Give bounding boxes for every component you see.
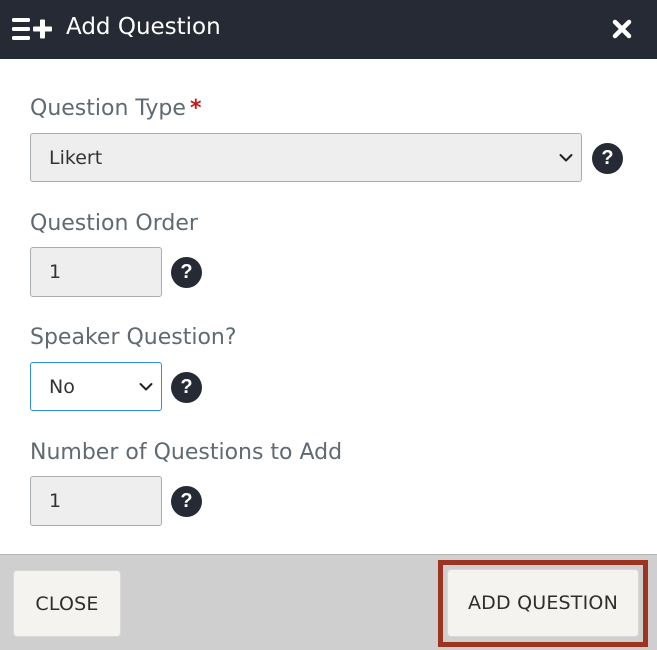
num-questions-label: Number of Questions to Add (30, 440, 343, 465)
question-type-value: Likert (49, 146, 103, 169)
add-question-dialog: Add Question Question Type * Likert ? Que… (0, 0, 657, 650)
close-button[interactable]: CLOSE (13, 570, 121, 637)
required-indicator: * (189, 96, 202, 121)
question-order-help-icon[interactable]: ? (171, 257, 202, 288)
chevron-down-icon (139, 382, 153, 390)
num-questions-input[interactable]: 1 (30, 476, 162, 526)
question-order-label: Question Order (30, 211, 198, 236)
speaker-question-help-icon[interactable]: ? (171, 372, 202, 403)
question-order-value: 1 (49, 261, 62, 283)
question-type-label: Question Type * (30, 95, 201, 123)
close-icon[interactable] (611, 18, 633, 40)
num-questions-help-icon[interactable]: ? (171, 486, 202, 517)
speaker-question-label: Speaker Question? (30, 325, 237, 350)
question-type-help-icon[interactable]: ? (592, 143, 623, 174)
speaker-question-value: No (49, 375, 75, 398)
dialog-title: Add Question (66, 14, 221, 40)
question-type-select[interactable]: Likert (30, 133, 582, 182)
speaker-question-select[interactable]: No (30, 362, 162, 411)
add-question-button[interactable]: ADD QUESTION (447, 569, 639, 637)
question-order-input[interactable]: 1 (30, 247, 162, 297)
dialog-header: Add Question (0, 0, 657, 59)
num-questions-value: 1 (49, 490, 62, 512)
chevron-down-icon (559, 153, 573, 161)
list-plus-icon (12, 18, 52, 40)
question-type-label-text: Question Type (30, 96, 186, 121)
